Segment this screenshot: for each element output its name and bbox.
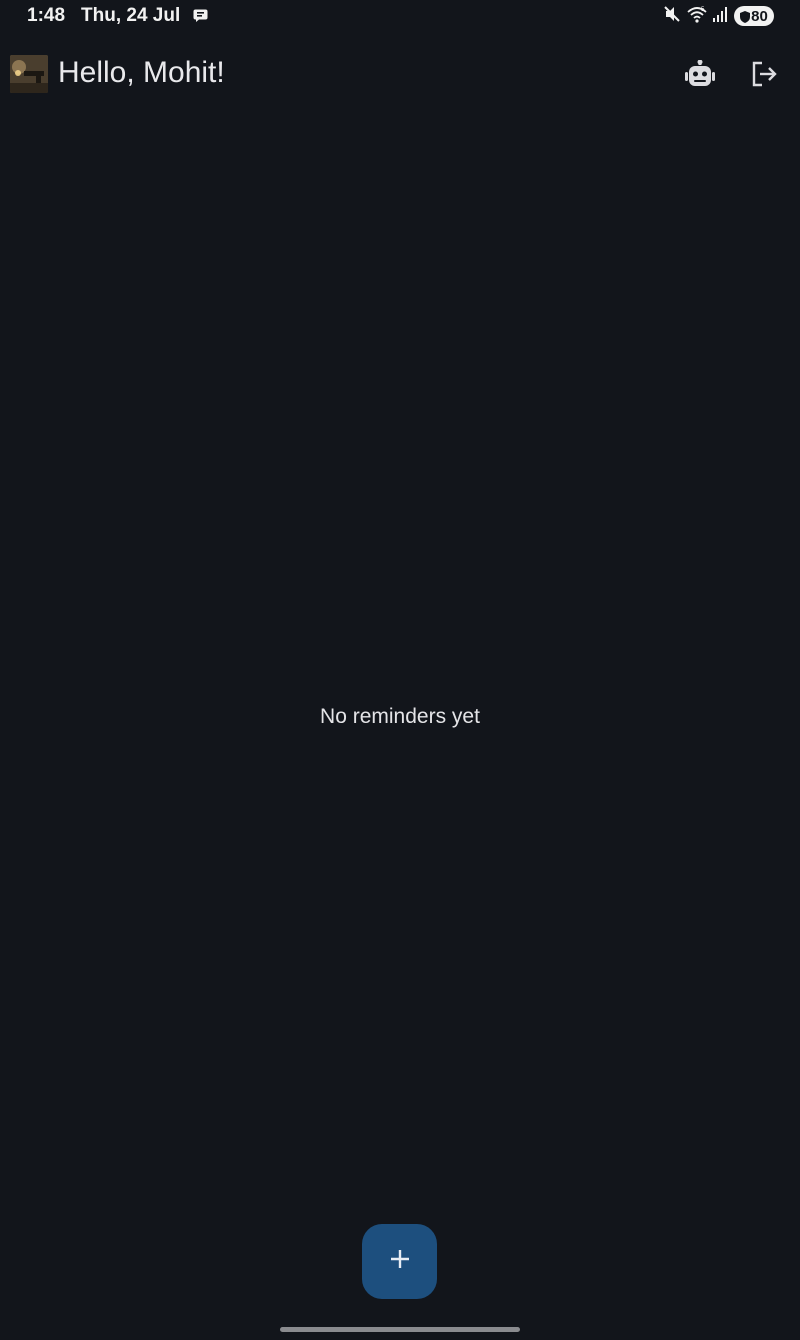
- avatar[interactable]: [10, 55, 48, 93]
- logout-icon: [750, 60, 778, 93]
- plus-icon: [389, 1248, 411, 1275]
- gesture-nav-bar[interactable]: [280, 1327, 520, 1332]
- status-icons: 5 80: [658, 4, 774, 28]
- battery-icon: 80: [734, 6, 774, 26]
- wifi-icon: 5: [686, 4, 708, 29]
- assistant-bot-icon: [685, 59, 715, 93]
- logout-button[interactable]: [744, 56, 784, 96]
- status-time: 1:48: [27, 5, 66, 26]
- add-reminder-button[interactable]: [362, 1224, 437, 1299]
- greeting-title: Hello, Mohit!: [58, 56, 225, 89]
- battery-level: 80: [751, 7, 768, 25]
- mute-icon: [662, 4, 682, 29]
- empty-state-message: No reminders yet: [320, 705, 480, 728]
- status-bar: 1:48 Thu, 24 Jul 5 80: [0, 0, 800, 34]
- status-date: Thu, 24 Jul: [81, 5, 181, 26]
- signal-icon: [712, 5, 728, 28]
- battery-shield-icon: [740, 10, 751, 23]
- app-bar: Hello, Mohit!: [0, 48, 800, 104]
- assistant-button[interactable]: [680, 56, 720, 96]
- notification-message-icon: [193, 9, 208, 22]
